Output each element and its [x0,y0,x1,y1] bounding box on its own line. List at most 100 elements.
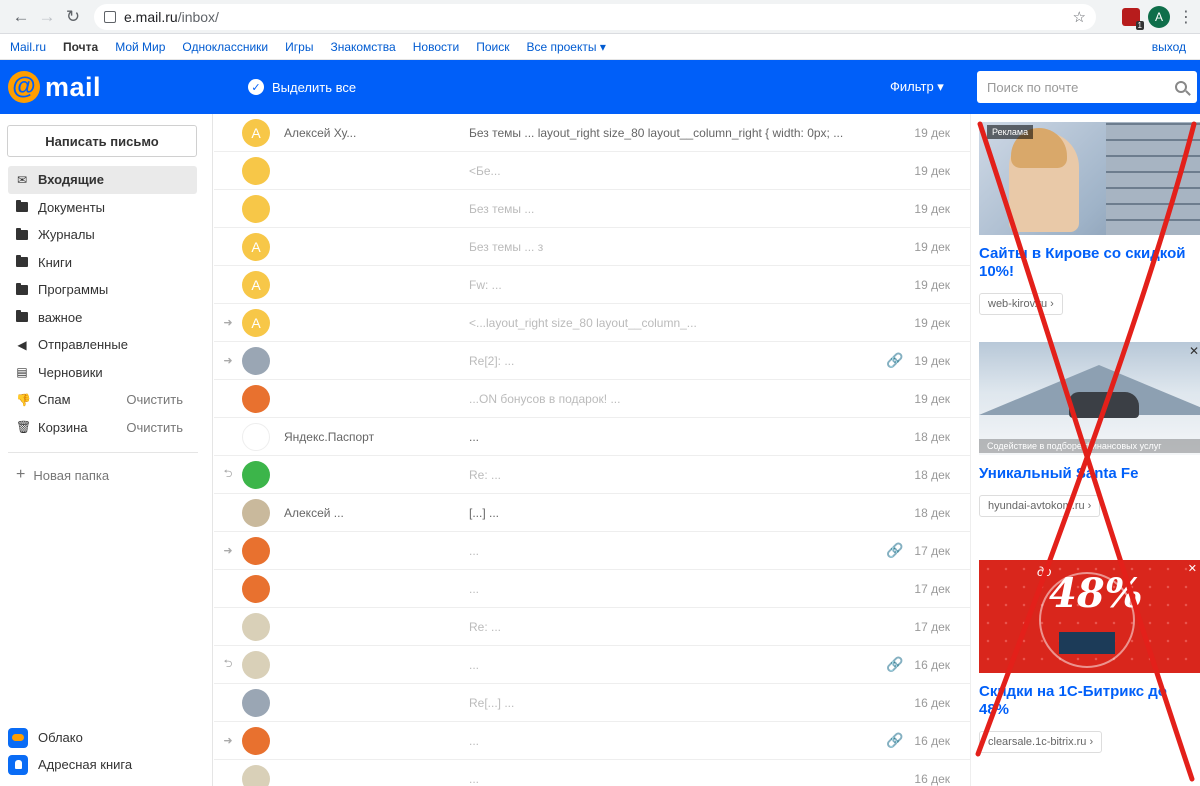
compose-button[interactable]: Написать письмо [7,125,197,157]
sidebar-folder[interactable]: Журналы [8,221,197,249]
message-row[interactable]: Без темы ... 19 дек [214,190,970,228]
mail-logo[interactable]: @ mail [8,71,248,103]
portal-link-dating[interactable]: Знакомства [330,40,395,54]
message-row[interactable]: ➜... 🔗 17 дек [214,532,970,570]
portal-link-all-projects[interactable]: Все проекты ▾ [526,40,605,54]
house-image [1059,632,1115,654]
sender-avatar[interactable] [242,574,270,603]
message-row[interactable]: ... 17 дек [214,570,970,608]
profile-avatar[interactable]: A [1148,5,1170,28]
portal-link-myworld[interactable]: Мой Мир [115,40,165,54]
attachment-icon[interactable]: 🔗 [880,352,910,369]
sender-avatar[interactable] [242,194,270,223]
message-subject: Без темы ... з [469,239,544,254]
sender-avatar[interactable] [242,650,270,679]
message-date: 19 дек [914,201,950,216]
attachment-icon[interactable]: 🔗 [880,656,910,673]
attachment-icon[interactable]: 🔗 [880,542,910,559]
logout-link[interactable]: выход [1152,40,1186,54]
clear-folder-button[interactable]: Очистить [126,420,183,435]
back-arrow-icon[interactable]: ← [8,4,34,30]
search-input[interactable] [987,79,1175,95]
app-cloud[interactable]: Облако [8,724,132,751]
portal-link-search[interactable]: Поиск [476,40,509,54]
ad-image: Содействие в подборе финансовых услуг ✕ [979,342,1200,455]
ad-title[interactable]: Уникальный Santa Fe [979,465,1200,483]
close-icon[interactable]: ✕ [1188,562,1197,575]
reload-icon[interactable]: ↻ [60,4,86,30]
ad-web-kirov[interactable]: Реклама Сайты в Кирове со скидкой 10%! w… [979,122,1200,315]
app-contacts[interactable]: Адресная книга [8,751,132,778]
sender-avatar[interactable] [242,726,270,755]
portal-link-news[interactable]: Новости [413,40,459,54]
portal-link-mail[interactable]: Почта [63,40,98,54]
extension-icon[interactable]: 1 [1122,7,1144,30]
sidebar-folder[interactable]: Программы [8,276,197,304]
sidebar-folder[interactable]: ✉ Входящие [8,166,197,194]
new-folder-label: Новая папка [33,467,110,483]
sender-avatar[interactable]: A [242,232,270,261]
sender-avatar[interactable] [242,498,270,527]
message-row[interactable]: Re[...] ... 16 дек [214,684,970,722]
message-row[interactable]: A Без темы ... з 19 дек [214,228,970,266]
message-row[interactable]: Алексей ... [...] ... 18 дек [214,494,970,532]
filter-dropdown[interactable]: Фильтр ▾ [890,79,944,95]
close-icon[interactable]: ✕ [1189,344,1199,358]
clear-folder-button[interactable]: Очистить [126,392,183,407]
new-folder-button[interactable]: + Новая папка [16,466,109,484]
message-date: 19 дек [914,315,950,330]
sender-avatar[interactable] [242,460,270,489]
sender-avatar[interactable]: A [242,308,270,337]
portal-link-ok[interactable]: Одноклассники [182,40,268,54]
message-row[interactable]: A Fw: ... 19 дек [214,266,970,304]
bookmark-star-icon[interactable]: ☆ [1073,8,1086,26]
message-row[interactable]: Re: ... 17 дек [214,608,970,646]
ad-domain-chip[interactable]: hyundai-avtokom.ru › [979,495,1101,517]
message-row[interactable]: ⮌ Re: ... 18 дек [214,456,970,494]
sender-avatar[interactable] [242,384,270,413]
logo-text: mail [45,71,102,102]
browser-menu-icon[interactable]: ⋮ [1178,7,1194,27]
sender-avatar[interactable] [242,536,270,565]
sender-avatar[interactable] [242,612,270,641]
sidebar-folder[interactable]: 👎 Спам Очистить [8,386,197,414]
sidebar-folder[interactable]: Книги [8,249,197,277]
address-bar[interactable]: e.mail.ru/inbox/ ☆ [94,3,1096,30]
ad-bitrix[interactable]: до 48% ✕ Скидки на 1С-Битрикс до 48% cle… [979,560,1200,753]
search-icon[interactable] [1175,81,1187,93]
message-row[interactable]: ➜ A <...layout_right size_80 layout__colum… [214,304,970,342]
ad-domain-chip[interactable]: web-kirov.ru › [979,293,1063,315]
folder-icon [16,310,28,323]
sender-avatar[interactable] [242,688,270,717]
portal-link-games[interactable]: Игры [285,40,313,54]
ad-title[interactable]: Сайты в Кирове со скидкой 10%! [979,245,1200,281]
message-row[interactable]: ...ON бонусов в подарок! ... 19 дек [214,380,970,418]
sidebar-folder[interactable]: 🗑 Корзина Очистить [8,414,197,442]
ad-hyundai[interactable]: Содействие в подборе финансовых услуг ✕ … [979,342,1200,517]
sender-avatar[interactable]: A [242,270,270,299]
attachment-icon[interactable]: 🔗 [880,732,910,749]
sidebar-folder[interactable]: Документы [8,194,197,222]
message-row[interactable]: Яндекс.Паспорт... 18 дек [214,418,970,456]
portal-link-mailru[interactable]: Mail.ru [10,40,46,54]
ad-domain-chip[interactable]: clearsale.1c-bitrix.ru › [979,731,1103,753]
sender-avatar[interactable] [242,156,270,185]
sender-avatar[interactable]: A [242,118,270,147]
sidebar-folder[interactable]: ▤ Черновики [8,359,197,387]
message-date: 17 дек [914,581,950,596]
forward-arrow-icon[interactable]: → [34,4,60,30]
ad-title[interactable]: Скидки на 1С-Битрикс до 48% [979,683,1200,719]
sender-avatar[interactable] [242,422,270,451]
sender-avatar[interactable] [242,764,270,786]
message-row[interactable]: ⮌... 🔗 16 дек [214,646,970,684]
message-sender: Яндекс.Паспорт [284,429,375,444]
sender-avatar[interactable] [242,346,270,375]
message-row[interactable]: <Бе... 19 дек [214,152,970,190]
message-row[interactable]: A Алексей Ху... Без темы ... layout_right … [214,114,970,152]
select-all-button[interactable]: ✓ Выделить все [248,79,356,95]
message-row[interactable]: ... 16 дек [214,760,970,786]
sidebar-folder[interactable]: важное [8,304,197,332]
message-row[interactable]: ➜ Re[2]: ... 🔗 19 дек [214,342,970,380]
message-row[interactable]: ➜... 🔗 16 дек [214,722,970,760]
sidebar-folder[interactable]: ◀ Отправленные [8,331,197,359]
